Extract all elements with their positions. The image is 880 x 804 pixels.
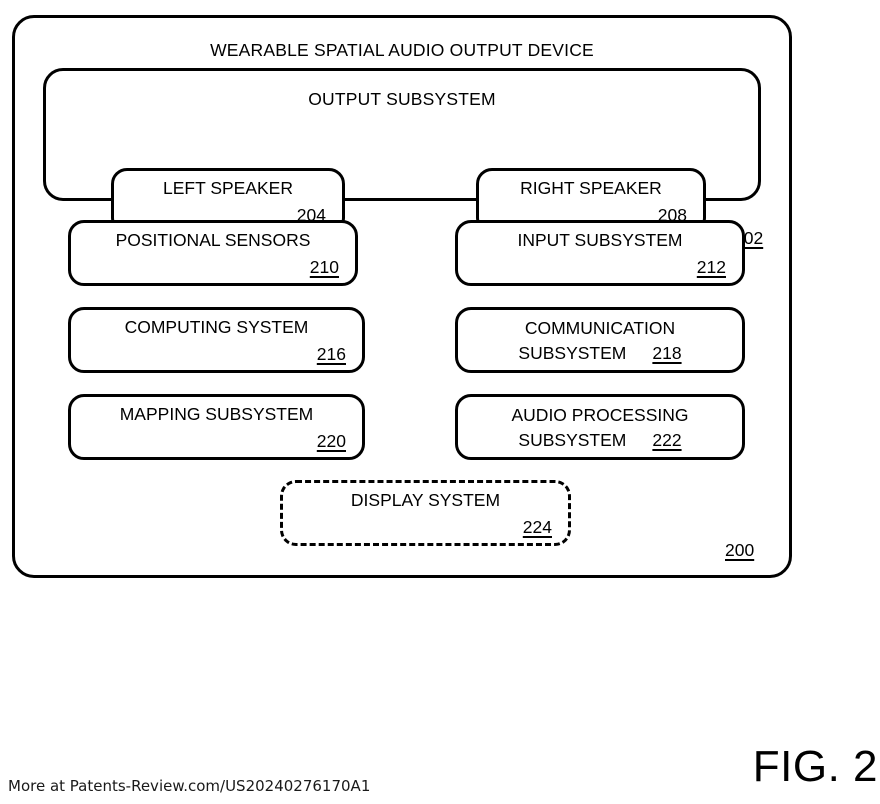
mapping-subsystem-box: MAPPING SUBSYSTEM 220 bbox=[68, 394, 365, 460]
input-subsystem-box: INPUT SUBSYSTEM 212 bbox=[455, 220, 745, 286]
audio-processing-subsystem-label-word: SUBSYSTEM bbox=[518, 430, 627, 450]
device-title: WEARABLE SPATIAL AUDIO OUTPUT DEVICE bbox=[210, 40, 594, 60]
mapping-subsystem-label: MAPPING SUBSYSTEM bbox=[119, 404, 314, 424]
output-subsystem-title: OUTPUT SUBSYSTEM bbox=[308, 89, 496, 109]
input-subsystem-label: INPUT SUBSYSTEM bbox=[517, 230, 683, 250]
wearable-spatial-audio-output-device-box: WEARABLE SPATIAL AUDIO OUTPUT DEVICE OUT… bbox=[12, 15, 792, 578]
device-root-ref: 200 bbox=[725, 540, 755, 560]
communication-subsystem-label-word: SUBSYSTEM bbox=[518, 343, 627, 363]
display-system-ref: 224 bbox=[522, 517, 552, 537]
audio-processing-subsystem-label-line2: SUBSYSTEM 222 bbox=[464, 430, 736, 450]
computing-system-label: COMPUTING SYSTEM bbox=[124, 317, 309, 337]
output-subsystem-box: OUTPUT SUBSYSTEM LEFT SPEAKER 204 RIGHT … bbox=[43, 68, 763, 248]
communication-subsystem-label-line1: COMMUNICATION bbox=[524, 318, 676, 338]
communication-subsystem-box: COMMUNICATION SUBSYSTEM 218 bbox=[455, 307, 745, 373]
mapping-subsystem-ref: 220 bbox=[316, 431, 346, 451]
audio-processing-subsystem-ref: 222 bbox=[652, 430, 682, 450]
positional-sensors-ref: 210 bbox=[309, 257, 339, 277]
display-system-label: DISPLAY SYSTEM bbox=[350, 490, 501, 510]
source-footer: More at Patents-Review.com/US20240276170… bbox=[8, 777, 371, 795]
display-system-box: DISPLAY SYSTEM 224 bbox=[280, 480, 571, 546]
positional-sensors-label: POSITIONAL SENSORS bbox=[115, 230, 311, 250]
communication-subsystem-label-line2: SUBSYSTEM 218 bbox=[464, 343, 736, 363]
input-subsystem-ref: 212 bbox=[696, 257, 726, 277]
right-speaker-label: RIGHT SPEAKER bbox=[520, 178, 662, 198]
audio-processing-subsystem-label-line1: AUDIO PROCESSING bbox=[511, 405, 689, 425]
audio-processing-subsystem-box: AUDIO PROCESSING SUBSYSTEM 222 bbox=[455, 394, 745, 460]
left-speaker-label: LEFT SPEAKER bbox=[162, 178, 293, 198]
figure-label: FIG. 2 bbox=[752, 742, 878, 791]
positional-sensors-box: POSITIONAL SENSORS 210 bbox=[68, 220, 358, 286]
computing-system-box: COMPUTING SYSTEM 216 bbox=[68, 307, 365, 373]
communication-subsystem-ref: 218 bbox=[652, 343, 682, 363]
computing-system-ref: 216 bbox=[316, 344, 346, 364]
